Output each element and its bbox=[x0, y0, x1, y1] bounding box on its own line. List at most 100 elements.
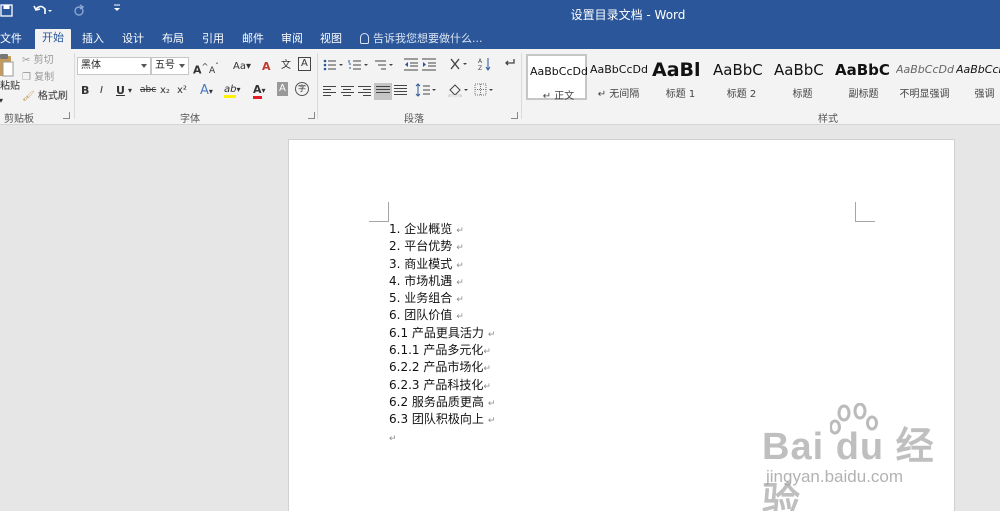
paragraph-mark: ↵ bbox=[456, 277, 464, 288]
paragraph-mark: ↵ bbox=[456, 243, 464, 254]
underline-button[interactable]: U bbox=[116, 82, 125, 99]
format-painter-button[interactable]: 🖌 格式刷 bbox=[22, 88, 68, 105]
strikethrough-button[interactable]: abc bbox=[140, 82, 156, 99]
tell-me-box[interactable]: 告诉我您想要做什么... bbox=[360, 30, 483, 47]
style-sample: AaBl bbox=[652, 59, 701, 81]
superscript-button[interactable]: x² bbox=[177, 82, 187, 99]
toc-line[interactable]: 1. 企业概览 ↵ bbox=[389, 221, 495, 238]
paragraph-mark: ↵ bbox=[483, 347, 491, 358]
empty-paragraph[interactable]: ↵ bbox=[389, 429, 495, 446]
character-border-icon[interactable]: A bbox=[298, 57, 311, 71]
distributed-icon[interactable] bbox=[394, 85, 407, 96]
font-color-icon[interactable]: A▾ bbox=[253, 81, 266, 99]
paragraph-mark: ↵ bbox=[456, 226, 464, 236]
asian-layout-icon[interactable] bbox=[449, 57, 469, 74]
paragraph-mark: ↵ bbox=[483, 381, 491, 392]
cut-button[interactable]: ✂ 剪切 bbox=[22, 52, 54, 69]
style-subtle-emphasis[interactable]: AaBbCcDd 不明显强调 bbox=[894, 54, 955, 100]
copy-button[interactable]: ❐ 复制 bbox=[22, 69, 54, 86]
toc-line[interactable]: 6.3 团队积极向上 ↵ bbox=[389, 411, 495, 428]
sort-icon[interactable]: AZ bbox=[478, 57, 492, 74]
tab-view[interactable]: 视图 bbox=[320, 30, 342, 49]
margin-corner-mark bbox=[855, 202, 875, 222]
tab-references[interactable]: 引用 bbox=[202, 30, 224, 49]
toc-list[interactable]: 1. 企业概览 ↵ 2. 平台优势 ↵ 3. 商业模式 ↵ 4. 市场机遇 ↵ 5. 业… bbox=[389, 221, 495, 446]
line-spacing-icon[interactable] bbox=[415, 83, 437, 100]
toc-line-text: 6.2 服务品质更高 bbox=[389, 394, 484, 409]
watermark-brand: Bai du 经验 bbox=[762, 426, 935, 511]
style-sample: AaBbCcDd bbox=[956, 63, 1000, 76]
phonetic-guide-icon[interactable]: 文 bbox=[281, 57, 291, 74]
align-center-icon[interactable] bbox=[341, 86, 354, 97]
toc-line-text: 6.2.2 产品市场化 bbox=[389, 360, 484, 375]
style-normal[interactable]: AaBbCcDd ↵ 正文 bbox=[526, 54, 588, 102]
tab-home[interactable]: 开始 bbox=[35, 29, 71, 49]
style-subtitle[interactable]: AaBbC 副标题 bbox=[833, 54, 894, 100]
tab-insert[interactable]: 插入 bbox=[82, 30, 104, 49]
clipboard-launcher-icon[interactable] bbox=[63, 112, 70, 119]
format-painter-label: 格式刷 bbox=[37, 91, 68, 102]
align-right-icon[interactable] bbox=[358, 86, 371, 97]
brush-icon: 🖌 bbox=[22, 91, 35, 102]
bold-button[interactable]: B bbox=[81, 82, 89, 99]
shading-icon[interactable] bbox=[448, 83, 470, 100]
paragraph-group-label: 段落 bbox=[404, 114, 424, 125]
tab-layout[interactable]: 布局 bbox=[162, 30, 184, 49]
style-sample: AaBbC bbox=[774, 61, 824, 79]
font-launcher-icon[interactable] bbox=[308, 112, 315, 119]
style-no-spacing[interactable]: AaBbCcDd ↵ 无间隔 bbox=[588, 54, 649, 100]
tab-design[interactable]: 设计 bbox=[122, 30, 144, 49]
character-shading-icon[interactable]: A bbox=[277, 82, 288, 96]
toc-line[interactable]: 4. 市场机遇 ↵ bbox=[389, 273, 495, 290]
toc-line[interactable]: 6.2.2 产品市场化↵ bbox=[389, 359, 495, 376]
toc-line[interactable]: 6.1.1 产品多元化↵ bbox=[389, 342, 495, 359]
paragraph-mark: ↵ bbox=[456, 312, 464, 323]
toc-line[interactable]: 6.2 服务品质更高 ↵ bbox=[389, 394, 495, 411]
style-sample: AaBbC bbox=[713, 61, 763, 79]
style-name: 标题 1 bbox=[665, 89, 696, 100]
subscript-button[interactable]: x₂ bbox=[160, 82, 170, 99]
underline-dropdown-icon[interactable]: ▾ bbox=[128, 82, 132, 99]
style-name: 不明显强调 bbox=[899, 89, 950, 100]
shrink-font-icon[interactable]: Aˇ bbox=[209, 58, 219, 76]
font-name-select[interactable]: 黑体 bbox=[77, 57, 151, 75]
increase-indent-icon[interactable] bbox=[422, 58, 436, 74]
toc-line[interactable]: 3. 商业模式 ↵ bbox=[389, 256, 495, 273]
toc-line[interactable]: 5. 业务组合 ↵ bbox=[389, 290, 495, 307]
multilevel-list-icon[interactable] bbox=[374, 59, 396, 74]
align-left-icon[interactable] bbox=[323, 86, 336, 97]
style-heading-2[interactable]: AaBbC 标题 2 bbox=[711, 54, 772, 100]
style-name: 标题 2 bbox=[726, 89, 757, 100]
style-title[interactable]: AaBbC 标题 bbox=[772, 54, 833, 100]
borders-icon[interactable] bbox=[474, 83, 496, 100]
toc-line[interactable]: 2. 平台优势 ↵ bbox=[389, 238, 495, 255]
numbering-icon[interactable] bbox=[348, 59, 370, 74]
style-emphasis[interactable]: AaBbCcDd 强调 bbox=[954, 54, 1000, 100]
enclose-character-icon[interactable]: 字 bbox=[295, 82, 309, 96]
highlight-color-icon[interactable]: ab▾ bbox=[224, 81, 241, 98]
change-case-icon[interactable]: Aa▾ bbox=[233, 58, 251, 75]
clear-formatting-icon[interactable]: A bbox=[262, 58, 271, 75]
tab-mailings[interactable]: 邮件 bbox=[242, 30, 264, 49]
chevron-down-icon bbox=[141, 64, 147, 68]
copy-label: 复制 bbox=[34, 72, 55, 83]
decrease-indent-icon[interactable] bbox=[404, 58, 418, 74]
tab-review[interactable]: 审阅 bbox=[281, 30, 303, 49]
show-marks-icon[interactable] bbox=[503, 57, 515, 74]
bullets-icon[interactable] bbox=[323, 59, 345, 74]
toc-line[interactable]: 6. 团队价值 ↵ bbox=[389, 307, 495, 324]
grow-font-icon[interactable]: A^ bbox=[193, 58, 209, 76]
style-name: ↵ 正文 bbox=[542, 91, 575, 102]
toc-line[interactable]: 6.1 产品更具活力 ↵ bbox=[389, 325, 495, 342]
italic-button[interactable]: I bbox=[100, 82, 103, 99]
text-effects-icon[interactable]: A▾ bbox=[200, 82, 213, 99]
toc-line[interactable]: 6.2.3 产品科技化↵ bbox=[389, 377, 495, 394]
font-size-select[interactable]: 五号 bbox=[151, 57, 189, 75]
watermark-url: jingyan.baidu.com bbox=[766, 467, 904, 486]
paste-dropdown-icon[interactable]: ▾ bbox=[0, 92, 3, 109]
justify-icon[interactable] bbox=[374, 83, 392, 100]
paragraph-mark: ↵ bbox=[389, 433, 397, 444]
tab-file[interactable]: 文件 bbox=[0, 30, 22, 49]
style-heading-1[interactable]: AaBl 标题 1 bbox=[650, 54, 711, 100]
paragraph-launcher-icon[interactable] bbox=[511, 112, 518, 119]
